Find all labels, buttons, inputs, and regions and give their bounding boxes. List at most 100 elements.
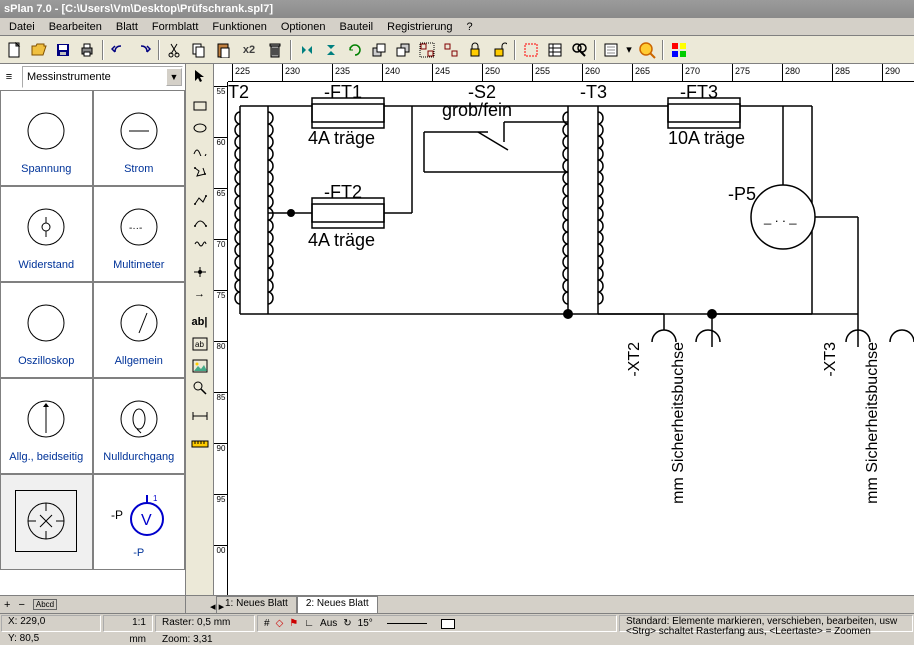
mirror-h-button[interactable] [296,39,318,61]
palette-item-spannung[interactable]: Spannung [0,90,93,186]
palette-item-allgemein[interactable]: Allgemein [93,282,186,378]
copy-button[interactable] [188,39,210,61]
component-palette: Spannung Strom Widerstand -··- Multimete… [0,90,185,595]
netlist-button[interactable] [600,39,622,61]
menu-file[interactable]: Datei [2,21,42,33]
palette-item-strom[interactable]: Strom [93,90,186,186]
palette-item-multimeter[interactable]: -··- Multimeter [93,186,186,282]
menu-component[interactable]: Bauteil [332,21,380,33]
library-category-value: Messinstrumente [23,71,166,83]
status-coords: X: 229,0 Y: 80,5 [1,615,101,632]
ungroup-button[interactable] [440,39,462,61]
textframe-tool[interactable]: ab [189,334,211,354]
send-back-button[interactable] [392,39,414,61]
sheet-nav-icon[interactable]: ◂ ▸ [210,600,224,613]
menu-formsheet[interactable]: Formblatt [145,21,205,33]
mirror-v-button[interactable] [320,39,342,61]
rotate-button[interactable] [344,39,366,61]
menu-options[interactable]: Optionen [274,21,333,33]
rotate-angle-icon[interactable]: ↻ [343,618,351,629]
snap-icon[interactable]: ◇ [276,618,284,629]
snap-off-label: Aus [320,618,337,629]
rectangle-tool[interactable] [189,96,211,116]
redo-button[interactable] [132,39,154,61]
open-file-button[interactable] [28,39,50,61]
canvas-area: → ab| ab 2252302352402452502552602652702… [186,64,914,613]
library-expand-button[interactable]: ≡ [0,68,18,86]
main-toolbar: x2 ▾ [0,36,914,64]
netlist-dropdown[interactable]: ▾ [624,39,634,61]
polygon-tool[interactable] [189,162,211,182]
palette-footer: + − Abcd [0,595,185,613]
line-tool[interactable] [189,190,211,210]
pointer-tool[interactable] [189,66,211,86]
text-tool[interactable]: ab| [189,312,211,332]
undo-button[interactable] [108,39,130,61]
status-bar: X: 229,0 Y: 80,5 1:1 mm Raster: 0,5 mm Z… [0,613,914,633]
status-scale: 1:1 mm [103,615,153,632]
menu-help[interactable]: ? [460,21,480,33]
search-button[interactable] [568,39,590,61]
angle-icon[interactable]: ∟ [304,618,314,629]
sch-label-xt2: -XT2 [626,342,644,377]
lock-button[interactable] [464,39,486,61]
color-tool-button[interactable] [668,39,690,61]
magnify-button[interactable] [636,39,658,61]
sch-label-t2: T2 [228,82,249,103]
fillcolor-preview[interactable] [441,619,455,629]
measure-tool[interactable] [189,434,211,454]
menu-edit[interactable]: Bearbeiten [42,21,109,33]
sch-label-xt3: -XT3 [822,342,840,377]
sch-label-ft1-rating: 4A träge [308,128,375,149]
sch-label-xt2-sub: mm Sicherheitsbuchse [670,342,688,504]
flag-icon[interactable]: ⚑ [289,618,298,629]
print-button[interactable] [76,39,98,61]
palette-item-voltmeter[interactable]: V1-P -P [93,474,186,570]
components-list-button[interactable] [544,39,566,61]
arrow-tool[interactable]: → [189,284,211,304]
bezier-tool[interactable] [189,212,211,232]
palette-item-oszilloskop[interactable]: Oszilloskop [0,282,93,378]
palette-item-nulldurchgang[interactable]: Nulldurchgang [93,378,186,474]
status-raster-zoom: Raster: 0,5 mm Zoom: 3,31 [155,615,255,632]
group-button[interactable] [416,39,438,61]
palette-item-selected[interactable] [0,474,93,570]
new-file-button[interactable] [4,39,26,61]
menu-functions[interactable]: Funktionen [205,21,273,33]
menu-sheet[interactable]: Blatt [109,21,145,33]
save-button[interactable] [52,39,74,61]
delete-button[interactable] [264,39,286,61]
node-tool[interactable] [189,262,211,282]
menu-registration[interactable]: Registrierung [380,21,459,33]
vertical-ruler: 55606570758085909500 [214,82,228,595]
linestyle-preview[interactable] [387,623,427,624]
sch-label-s2-sub: grob/fein [442,100,512,121]
status-snap-options: # ◇ ⚑ ∟ Aus ↻ 15° [257,615,617,632]
cut-button[interactable] [164,39,186,61]
palette-label-toggle[interactable]: Abcd [33,599,57,610]
grid-icon[interactable]: # [264,618,270,629]
zoom-tool[interactable] [189,378,211,398]
drawing-canvas[interactable]: 2252302352402452502552602652702752802852… [214,64,914,595]
select-area-button[interactable] [520,39,542,61]
special-shape-tool[interactable] [189,140,211,160]
svg-text:-··-: -··- [129,223,142,234]
sheet-tab-1[interactable]: 1: Neues Blatt [216,596,297,613]
image-tool[interactable] [189,356,211,376]
paste-button[interactable] [212,39,234,61]
sch-label-ft2: -FT2 [324,182,362,203]
ellipse-tool[interactable] [189,118,211,138]
svg-text:-P: -P [111,508,123,522]
sheet-tab-2[interactable]: 2: Neues Blatt [297,596,378,613]
palette-zoom-out-icon[interactable]: − [18,599,24,611]
freehand-tool[interactable] [189,234,211,254]
dimension-tool[interactable] [189,406,211,426]
palette-zoom-in-icon[interactable]: + [4,599,10,611]
library-category-dropdown[interactable]: Messinstrumente ▼ [22,66,183,88]
duplicate-button[interactable]: x2 [236,39,262,61]
bring-front-button[interactable] [368,39,390,61]
unlock-button[interactable] [488,39,510,61]
palette-item-widerstand[interactable]: Widerstand [0,186,93,282]
svg-text:_ . . _: _ . . _ [763,210,797,225]
palette-item-allg-beidseitig[interactable]: Allg., beidseitig [0,378,93,474]
